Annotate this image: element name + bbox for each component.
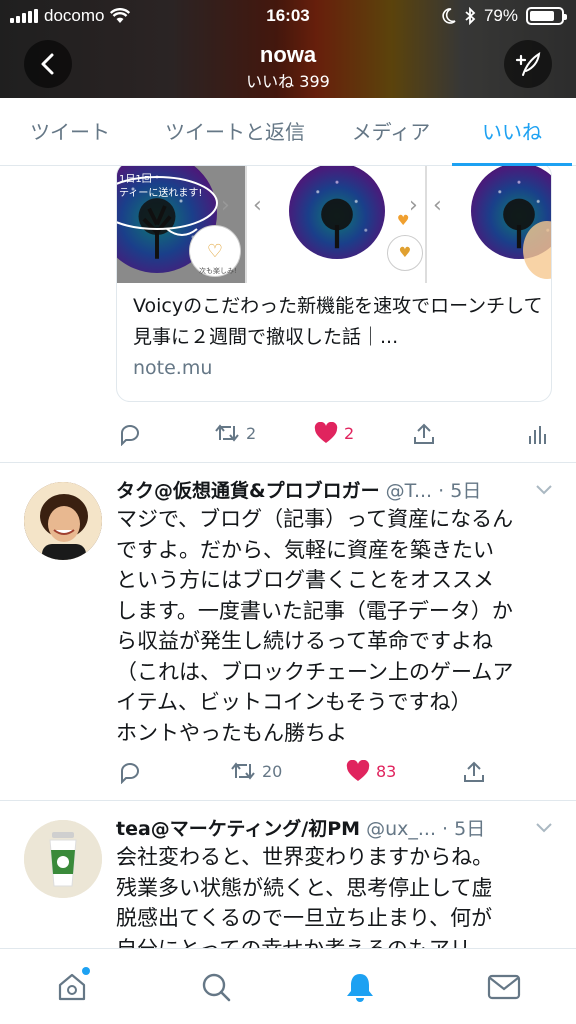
likes-count-subtitle: いいね 399	[246, 72, 330, 91]
tweet-time: · 5日	[442, 818, 486, 840]
heart-icon: ♥	[398, 245, 412, 261]
profile-tabs: ツイート ツイートと返信 メディア いいね	[0, 98, 576, 166]
search-icon	[202, 973, 231, 1002]
like-count: 83	[376, 761, 397, 781]
like-count: 2	[344, 423, 355, 443]
author-handle[interactable]: @ux_...	[366, 818, 436, 840]
tweet-actions: 20 83	[0, 760, 576, 800]
retweet-count: 2	[246, 423, 257, 443]
mail-icon	[487, 974, 521, 1000]
tweet-actions: 2 2	[0, 422, 576, 462]
card-image-text-2: ティーに送れます!	[119, 188, 203, 199]
profile-header: docomo 16:03 79% nowa いいね 399	[0, 0, 576, 98]
nav-messages[interactable]	[486, 969, 522, 1005]
likes-timeline[interactable]: 1日1回 ティーに送れます! ♡ 次も楽しみ! › ‹ › ♥ ♥ ‹ Voic…	[0, 166, 576, 948]
chevron-right-icon: ›	[221, 193, 230, 218]
tweet[interactable]: tea@マーケティング/初PM @ux_... · 5日 会社変わると、世界変わ…	[0, 800, 576, 948]
chevron-left-icon: ‹	[253, 193, 262, 218]
bell-icon	[347, 974, 373, 1002]
card-image-text-1: 1日1回	[119, 174, 152, 185]
tweet-time: · 5日	[438, 480, 482, 502]
new-content-dot	[82, 967, 90, 975]
analytics-icon	[529, 426, 546, 444]
link-card-domain: note.mu	[133, 357, 213, 379]
avatar[interactable]	[24, 820, 102, 898]
battery-icon	[526, 7, 567, 25]
retweet-button[interactable]: 20	[230, 760, 282, 782]
author-name[interactable]: タク@仮想通貨&プロブロガー	[116, 480, 380, 502]
home-icon	[58, 973, 86, 1001]
retweet-count: 20	[262, 761, 283, 781]
author-name[interactable]: tea@マーケティング/初PM	[116, 818, 360, 840]
tweet-text: マジで、ブログ（記事）って資産になるん ですよ。だから、気軽に資産を築きたい と…	[116, 507, 514, 745]
tab-media[interactable]: メディア	[336, 98, 446, 166]
compose-feather-icon	[515, 52, 541, 76]
share-button[interactable]	[462, 760, 486, 784]
retweet-icon	[215, 424, 239, 442]
link-preview-card[interactable]: 1日1回 ティーに送れます! ♡ 次も楽しみ! › ‹ › ♥ ♥ ‹ Voic…	[116, 166, 552, 402]
compose-button[interactable]	[504, 40, 552, 88]
link-preview-image: 1日1回 ティーに送れます! ♡ 次も楽しみ! › ‹ › ♥ ♥ ‹	[117, 166, 551, 283]
tweet[interactable]: タク@仮想通貨&プロブロガー @T... · 5日 マジで、ブログ（記事）って資…	[0, 462, 576, 800]
like-button[interactable]: 83	[346, 760, 396, 782]
reply-icon	[121, 425, 139, 446]
retweet-icon	[231, 762, 255, 780]
profile-name: nowa	[259, 42, 317, 67]
badge-text: 次も楽しみ!	[199, 267, 237, 275]
tab-likes[interactable]: いいね	[452, 98, 572, 166]
chevron-down-icon[interactable]	[536, 480, 552, 499]
analytics-button[interactable]	[528, 422, 546, 446]
nav-home[interactable]	[54, 967, 90, 1005]
chevron-down-icon[interactable]	[536, 818, 552, 837]
link-card-title: Voicyのこだわった新機能を速攻でローンチして見事に２週間で撤収した話｜...	[133, 295, 543, 348]
reply-icon	[121, 763, 139, 784]
avatar[interactable]	[24, 482, 102, 560]
heart-filled-icon	[346, 760, 370, 781]
retweet-button[interactable]: 2	[214, 422, 256, 444]
author-handle[interactable]: @T...	[386, 480, 432, 502]
heart-filled-icon	[314, 422, 338, 443]
status-bar: docomo 16:03 79%	[0, 0, 576, 32]
heart-outline-icon: ♡	[206, 240, 224, 262]
bluetooth-icon	[465, 7, 476, 25]
nav-notifications[interactable]	[342, 969, 378, 1005]
tweet-header: タク@仮想通貨&プロブロガー @T... · 5日	[116, 476, 556, 506]
moon-icon	[442, 8, 456, 24]
tweet-text: 会社変わると、世界変わりますからね。 残業多い状態が続くと、思考停止して虚 脱感…	[116, 845, 494, 948]
tweet-header: tea@マーケティング/初PM @ux_... · 5日	[116, 814, 556, 844]
reply-button[interactable]	[118, 422, 142, 446]
share-button[interactable]	[412, 422, 436, 446]
chevron-right-icon: ›	[409, 193, 418, 218]
chevron-left-icon: ‹	[433, 193, 442, 218]
share-icon	[414, 423, 434, 444]
tab-tweets[interactable]: ツイート	[10, 98, 130, 166]
nav-search[interactable]	[198, 969, 234, 1005]
heart-badge-orange: ♥	[387, 235, 423, 271]
like-button[interactable]: 2	[314, 422, 354, 444]
battery-percent: 79%	[483, 6, 518, 25]
floating-hearts-icon: ♥	[397, 213, 410, 229]
tab-tweets-and-replies[interactable]: ツイートと返信	[150, 98, 320, 166]
share-icon	[464, 761, 484, 782]
bottom-navigation	[0, 948, 576, 1024]
reply-button[interactable]	[118, 760, 142, 784]
